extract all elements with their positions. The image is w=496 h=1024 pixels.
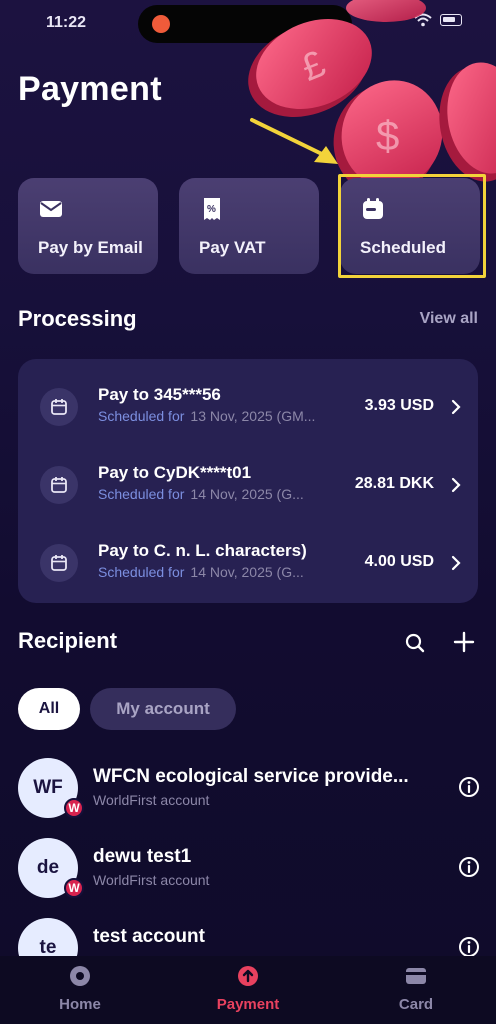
- nav-home-label: Home: [59, 996, 101, 1013]
- scheduled-date: 14 Nov, 2025 (G...: [190, 486, 304, 502]
- scheduled-date: 13 Nov, 2025 (GM...: [190, 408, 316, 424]
- svg-text:%: %: [207, 204, 216, 215]
- svg-text:$: $: [376, 112, 399, 159]
- calendar-icon: [40, 466, 78, 504]
- recipient-item[interactable]: de W dewu test1 WorldFirst account: [18, 838, 484, 908]
- info-icon[interactable]: [458, 776, 480, 798]
- nav-payment[interactable]: Payment: [188, 964, 308, 1020]
- recipient-title: Recipient: [18, 628, 118, 653]
- card-icon: [406, 968, 426, 984]
- scheduled-for-label: Scheduled for: [98, 564, 185, 580]
- processing-item[interactable]: Pay to 345***56 Scheduled for 13 Nov, 202…: [18, 363, 478, 441]
- search-icon[interactable]: [404, 632, 426, 654]
- payment-schedule: Scheduled for 14 Nov, 2025 (G...: [98, 486, 350, 502]
- payment-schedule: Scheduled for 14 Nov, 2025 (G...: [98, 564, 350, 580]
- recipient-name: test account: [93, 926, 205, 947]
- bottom-nav: Home Payment Card: [0, 956, 496, 1024]
- nav-payment-label: Payment: [216, 996, 280, 1013]
- calendar-icon: [40, 544, 78, 582]
- recipient-header: Recipient: [18, 628, 480, 658]
- processing-item[interactable]: Pay to C. n. L. characters) Scheduled fo…: [18, 519, 478, 597]
- recording-indicator-icon: [152, 15, 170, 33]
- chevron-right-icon: [451, 399, 461, 415]
- processing-list: Pay to 345***56 Scheduled for 13 Nov, 202…: [18, 359, 478, 603]
- scheduled-for-label: Scheduled for: [98, 486, 185, 502]
- envelope-icon: [40, 201, 62, 217]
- recipient-name: WFCN ecological service provide...: [93, 766, 409, 787]
- recipient-account-type: WorldFirst account: [93, 872, 210, 888]
- highlight-box: [338, 174, 486, 278]
- chevron-right-icon: [451, 555, 461, 571]
- vat-receipt-icon: %: [204, 198, 220, 220]
- status-time: 11:22: [46, 14, 87, 31]
- nav-card-label: Card: [398, 996, 434, 1013]
- worldfirst-badge: W: [64, 798, 84, 818]
- payment-amount: 4.00 USD: [364, 553, 434, 570]
- nav-card[interactable]: Card: [356, 964, 476, 1020]
- view-all-link[interactable]: View all: [420, 310, 478, 328]
- filter-all-chip[interactable]: All: [18, 688, 80, 730]
- processing-title: Processing: [18, 306, 137, 331]
- add-recipient-icon[interactable]: [452, 630, 476, 654]
- payment-title: Pay to CyDK****t01: [98, 463, 252, 482]
- worldfirst-badge: W: [64, 878, 84, 898]
- annotation-arrow-icon: [250, 118, 338, 164]
- payment-schedule: Scheduled for 13 Nov, 2025 (GM...: [98, 408, 350, 424]
- filter-my-account-chip[interactable]: My account: [90, 688, 236, 730]
- pay-by-email-label: Pay by Email: [38, 238, 143, 257]
- payment-icon: [238, 966, 258, 986]
- calendar-icon: [40, 388, 78, 426]
- recipient-account-type: WorldFirst account: [93, 792, 210, 808]
- payment-title: Pay to 345***56: [98, 385, 221, 404]
- pay-vat-label: Pay VAT: [199, 238, 266, 257]
- home-icon: [70, 966, 90, 986]
- payment-title: Pay to C. n. L. characters): [98, 541, 307, 560]
- pay-vat-button[interactable]: % Pay VAT: [179, 178, 319, 274]
- recipient-item[interactable]: WF W WFCN ecological service provide... …: [18, 758, 484, 828]
- payment-amount: 28.81 DKK: [354, 475, 434, 492]
- info-icon[interactable]: [458, 936, 480, 958]
- scheduled-for-label: Scheduled for: [98, 408, 185, 424]
- nav-home[interactable]: Home: [20, 964, 140, 1020]
- processing-item[interactable]: Pay to CyDK****t01 Scheduled for 14 Nov, …: [18, 441, 478, 519]
- payment-amount: 3.93 USD: [364, 397, 434, 414]
- recipient-name: dewu test1: [93, 846, 192, 867]
- pay-by-email-button[interactable]: Pay by Email: [18, 178, 158, 274]
- page-title: Payment: [18, 70, 162, 108]
- scheduled-date: 14 Nov, 2025 (G...: [190, 564, 304, 580]
- chevron-right-icon: [451, 477, 461, 493]
- processing-header: Processing View all: [18, 306, 480, 336]
- info-icon[interactable]: [458, 856, 480, 878]
